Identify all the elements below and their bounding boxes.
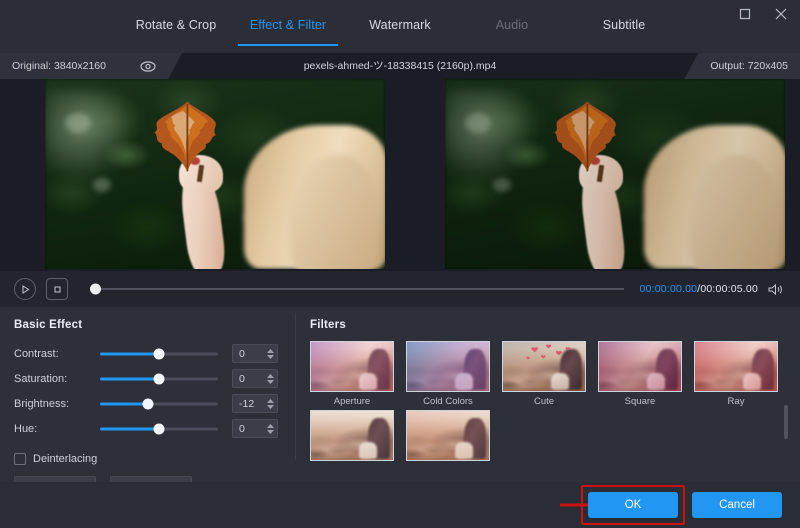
filter-item[interactable]: Aperture: [310, 341, 394, 407]
filter-thumbnail[interactable]: [406, 341, 490, 392]
play-icon[interactable]: [14, 278, 36, 300]
tab-bar: Rotate & Crop Effect & Filter Watermark …: [0, 18, 800, 46]
ok-button-wrapper: OK: [588, 492, 678, 518]
brightness-slider[interactable]: [100, 397, 218, 411]
tab-label: Watermark: [369, 18, 431, 32]
filter-item[interactable]: ❤ ❤ ❤ ❤ ❤ ❤ Cute: [502, 341, 586, 407]
contrast-stepper[interactable]: 0: [232, 344, 278, 363]
tab-subtitle[interactable]: Subtitle: [568, 18, 680, 46]
filter-tint: [311, 342, 393, 391]
filter-item[interactable]: Cold Colors: [406, 341, 490, 407]
filter-thumbnail[interactable]: [310, 410, 394, 461]
original-preview: [45, 79, 385, 269]
seek-handle[interactable]: [90, 284, 101, 295]
brightness-value: -12: [233, 398, 264, 410]
brightness-row: Brightness: -12: [14, 391, 296, 416]
brightness-label: Brightness:: [14, 398, 100, 410]
filter-item[interactable]: [310, 410, 394, 465]
stepper-arrows-icon[interactable]: [264, 345, 277, 362]
hue-value: 0: [233, 423, 264, 435]
filter-tint: [599, 342, 681, 391]
editing-panel: Basic Effect Contrast: 0 Saturatio: [0, 307, 800, 482]
playback-bar: 00:00:00.00/00:00:05.00: [0, 271, 800, 307]
tab-label: Rotate & Crop: [136, 18, 217, 32]
output-preview: [445, 79, 785, 269]
output-info-chip: Output: 720x405: [684, 53, 800, 79]
close-icon[interactable]: [770, 3, 792, 25]
contrast-label: Contrast:: [14, 348, 100, 360]
window-controls: [734, 3, 792, 25]
seek-slider[interactable]: [90, 281, 624, 297]
filter-tint: [407, 411, 489, 460]
filter-item[interactable]: Square: [598, 341, 682, 407]
title-bar: Rotate & Crop Effect & Filter Watermark …: [0, 0, 800, 53]
basic-effect-panel: Basic Effect Contrast: 0 Saturatio: [0, 307, 296, 482]
time-display: 00:00:00.00/00:00:05.00: [640, 283, 758, 295]
filters-panel: Filters Aperture Cold Colors: [296, 307, 800, 482]
filter-tint: [311, 411, 393, 460]
tab-rotate-crop[interactable]: Rotate & Crop: [120, 18, 232, 46]
filter-thumbnail[interactable]: [694, 341, 778, 392]
filter-item[interactable]: [406, 410, 490, 465]
hue-label: Hue:: [14, 423, 100, 435]
video-editor-dialog: Rotate & Crop Effect & Filter Watermark …: [0, 0, 800, 528]
tab-effect-filter[interactable]: Effect & Filter: [232, 18, 344, 46]
deinterlacing-label: Deinterlacing: [33, 453, 97, 465]
stepper-arrows-icon[interactable]: [264, 395, 277, 412]
filter-label: Cute: [502, 396, 586, 407]
contrast-row: Contrast: 0: [14, 341, 296, 366]
speaker-icon[interactable]: [768, 283, 784, 296]
saturation-slider[interactable]: [100, 372, 218, 386]
current-time: 00:00:00.00: [640, 283, 698, 295]
filter-thumbnail[interactable]: [310, 341, 394, 392]
ok-button[interactable]: OK: [588, 492, 678, 518]
saturation-stepper[interactable]: 0: [232, 369, 278, 388]
leaf-graphic: [150, 100, 225, 172]
filter-tint: [407, 342, 489, 391]
tab-audio: Audio: [456, 18, 568, 46]
cancel-button[interactable]: Cancel: [692, 492, 782, 518]
media-info-strip: pexels-ahmed-ツ-18338415 (2160p).mp4 Orig…: [0, 53, 800, 79]
filter-label: Aperture: [310, 396, 394, 407]
total-time: 00:00:05.00: [700, 283, 758, 295]
hue-stepper[interactable]: 0: [232, 419, 278, 438]
contrast-value: 0: [233, 348, 264, 360]
tab-label: Subtitle: [603, 18, 646, 32]
saturation-value: 0: [233, 373, 264, 385]
deinterlacing-row[interactable]: Deinterlacing: [14, 453, 296, 465]
stepper-arrows-icon[interactable]: [264, 420, 277, 437]
filter-tint: [695, 342, 777, 391]
deinterlacing-checkbox[interactable]: [14, 453, 26, 465]
saturation-row: Saturation: 0: [14, 366, 296, 391]
filter-thumbnail[interactable]: ❤ ❤ ❤ ❤ ❤ ❤: [502, 341, 586, 392]
hue-slider[interactable]: [100, 422, 218, 436]
tab-label: Audio: [496, 18, 528, 32]
original-info-chip: Original: 3840x2160: [0, 53, 182, 79]
filters-scrollbar[interactable]: [784, 405, 788, 439]
filter-label: Cold Colors: [406, 396, 490, 407]
filters-title: Filters: [310, 319, 800, 331]
filter-thumbnail[interactable]: [406, 410, 490, 461]
stop-icon[interactable]: [46, 278, 68, 300]
filter-thumbnail[interactable]: [598, 341, 682, 392]
original-resolution-label: Original: 3840x2160: [12, 60, 106, 72]
eye-icon[interactable]: [140, 61, 156, 72]
filters-grid: Aperture Cold Colors ❤ ❤: [310, 341, 778, 465]
contrast-slider[interactable]: [100, 347, 218, 361]
stepper-arrows-icon[interactable]: [264, 370, 277, 387]
output-resolution-label: Output: 720x405: [710, 60, 788, 72]
maximize-icon[interactable]: [734, 3, 756, 25]
filter-label: Ray: [694, 396, 778, 407]
hue-row: Hue: 0: [14, 416, 296, 441]
hearts-overlay-icon: ❤ ❤ ❤ ❤ ❤ ❤: [503, 342, 585, 391]
saturation-label: Saturation:: [14, 373, 100, 385]
tab-watermark[interactable]: Watermark: [344, 18, 456, 46]
filter-item[interactable]: Ray: [694, 341, 778, 407]
brightness-stepper[interactable]: -12: [232, 394, 278, 413]
tab-label: Effect & Filter: [250, 18, 326, 32]
preview-area: [0, 79, 800, 271]
basic-effect-title: Basic Effect: [14, 319, 296, 331]
dialog-footer: OK Cancel: [0, 482, 800, 528]
filter-label: Square: [598, 396, 682, 407]
